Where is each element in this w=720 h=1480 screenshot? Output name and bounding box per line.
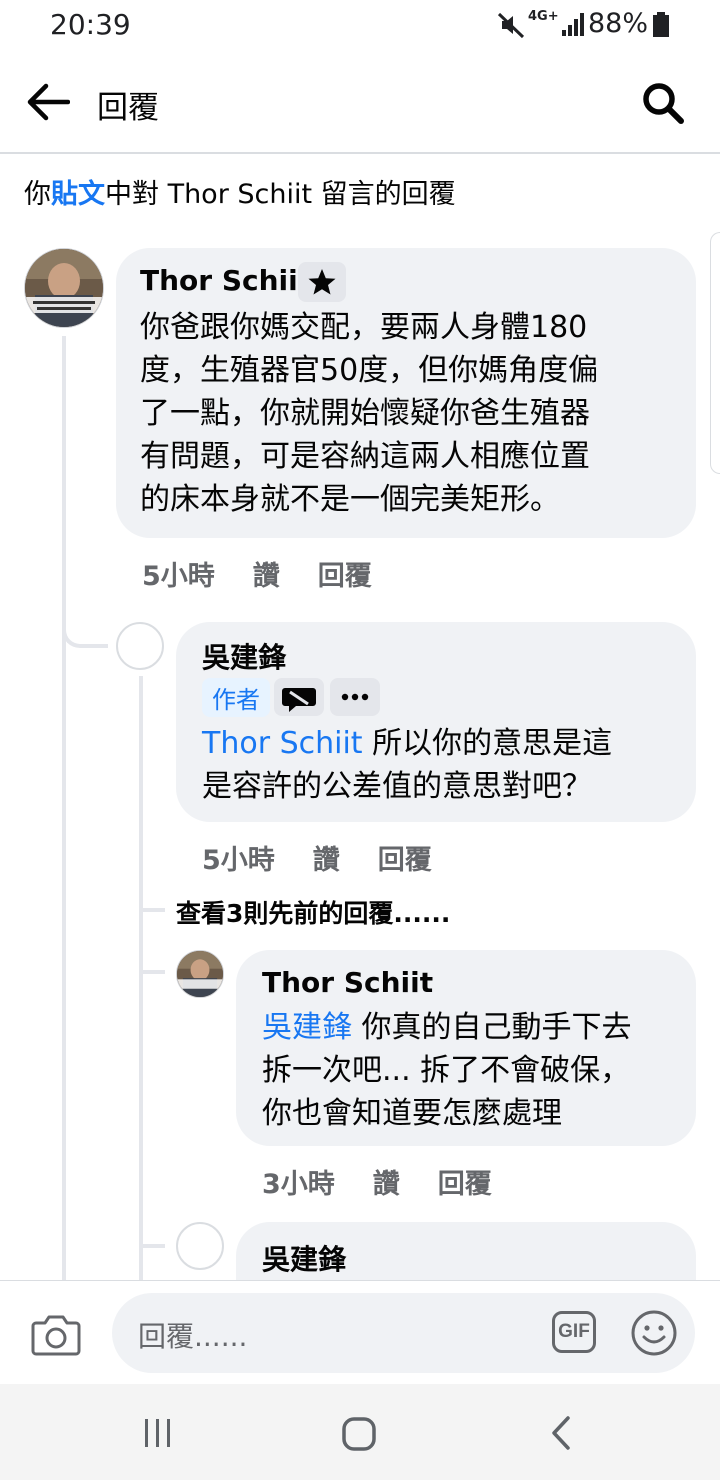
system-nav-bar: [0, 1384, 720, 1480]
battery-icon: [653, 12, 669, 37]
comment-text: Thor Schiit 所以你的意思是這 是容許的公差值的意思對吧？: [202, 722, 612, 808]
battery-percent: 88%: [587, 8, 648, 39]
comment-text: 吳建鋒 你真的自己動手下去 拆一次吧... 拆了不會破保， 你也會知道要怎麼處理: [262, 1006, 632, 1135]
comment-text-line: 了一點，你就開始懷疑你爸生殖器: [140, 396, 590, 431]
comment-bubble: Thor Schiit 你爸跟你媽交配，要兩人身體180 度，生殖器官50度，但…: [116, 248, 696, 538]
avatar[interactable]: [24, 248, 104, 328]
comment-time: 5小時: [202, 845, 275, 876]
gif-button[interactable]: GIF: [552, 1311, 596, 1353]
author-badge: 作者: [202, 678, 270, 717]
post-link[interactable]: 貼文: [51, 179, 105, 210]
avatar-photo-icon: [25, 249, 103, 327]
mention-link[interactable]: Thor Schiit: [202, 726, 363, 761]
comment-time: 5小時: [142, 561, 215, 592]
thread-line: [139, 676, 143, 1280]
comment-text-line: 拆一次吧... 拆了不會破保，: [262, 1053, 631, 1088]
comment-text-line: 有問題，可是容納這兩人相應位置: [140, 439, 590, 474]
comment-author[interactable]: 吳建鋒: [262, 1238, 346, 1278]
status-bar: 20:39 4G+ 88%: [0, 0, 720, 54]
comment-text-line: 度，生殖器官50度，但你媽角度偏: [140, 353, 599, 388]
back-nav-icon[interactable]: [548, 1414, 574, 1452]
comment-text-line: Thor Schiit 所以你的意思是這: [202, 722, 612, 765]
context-suffix: 中對 Thor Schiit 留言的回覆: [105, 179, 456, 210]
thread-connector: [143, 970, 165, 974]
avatar[interactable]: [176, 950, 224, 998]
mention-link[interactable]: 吳建鋒: [262, 1010, 352, 1045]
comment-actions: 5小時 讚 回覆: [202, 838, 470, 877]
mute-icon: [497, 12, 525, 39]
thread-connector: [62, 600, 108, 648]
comment-off-icon: [282, 688, 316, 712]
comment-bubble: 吳建鋒: [236, 1222, 696, 1280]
thread-connector: [143, 908, 165, 912]
comment-author[interactable]: Thor Schiit: [140, 264, 311, 297]
comment-text-line: 吳建鋒 你真的自己動手下去: [262, 1006, 632, 1049]
comment-text-rest: 所以你的意思是這: [362, 726, 613, 761]
recent-apps-icon[interactable]: [140, 1416, 176, 1450]
like-button[interactable]: 讚: [373, 1169, 400, 1200]
comment-author[interactable]: 吳建鋒: [202, 636, 286, 676]
avatar[interactable]: [176, 1222, 224, 1270]
comment-actions: 5小時 讚 回覆: [142, 554, 410, 593]
signal-icon: [562, 13, 584, 36]
avatar-photo-icon: [177, 951, 223, 997]
moderation-chip[interactable]: [274, 678, 324, 716]
search-icon[interactable]: [640, 80, 686, 126]
reply-context: 你貼文中對 Thor Schiit 留言的回覆: [24, 172, 456, 211]
comment-text-rest: 你真的自己動手下去: [352, 1010, 632, 1045]
comment-text: 你爸跟你媽交配，要兩人身體180 度，生殖器官50度，但你媽角度偏 了一點，你就…: [140, 306, 598, 521]
app-header: 回覆: [0, 54, 720, 154]
thread-line: [62, 336, 66, 1280]
reply-button[interactable]: 回覆: [318, 561, 372, 592]
page-title: 回覆: [97, 90, 159, 126]
reply-button[interactable]: 回覆: [438, 1169, 492, 1200]
like-button[interactable]: 讚: [253, 561, 280, 592]
scroll-indicator: [710, 232, 720, 474]
reply-placeholder: 回覆......: [138, 1320, 248, 1353]
emoji-icon[interactable]: [630, 1309, 678, 1357]
comment-actions: 3小時 讚 回覆: [262, 1162, 530, 1201]
top-fan-badge[interactable]: [298, 262, 346, 302]
avatar[interactable]: [116, 622, 164, 670]
more-dots-icon: [341, 693, 369, 701]
context-prefix: 你: [24, 179, 51, 210]
back-arrow-icon[interactable]: [24, 82, 70, 122]
home-icon[interactable]: [340, 1415, 378, 1453]
network-type-icon: 4G+: [528, 9, 559, 24]
camera-icon[interactable]: [30, 1311, 82, 1357]
status-time: 20:39: [50, 8, 131, 41]
view-previous-replies[interactable]: 查看3則先前的回覆......: [176, 894, 450, 930]
comment-bubble: Thor Schiit 吳建鋒 你真的自己動手下去 拆一次吧... 拆了不會破保…: [236, 950, 696, 1146]
reply-composer: 回覆...... GIF: [0, 1280, 720, 1385]
comment-text-line: 是容許的公差值的意思對吧？: [202, 769, 592, 804]
thread-connector: [143, 1244, 165, 1248]
comment-text-line: 你也會知道要怎麼處理: [262, 1096, 562, 1131]
comment-bubble: 吳建鋒 作者 Thor Schiit 所以你的意思是這 是容許的公差值的意思對吧…: [176, 622, 696, 822]
comment-author[interactable]: Thor Schiit: [262, 966, 433, 999]
comment-text-line: 的床本身就不是一個完美矩形。: [140, 482, 560, 517]
star-icon: [308, 269, 336, 295]
comment-time: 3小時: [262, 1169, 335, 1200]
reply-button[interactable]: 回覆: [378, 845, 432, 876]
more-options-button[interactable]: [330, 678, 380, 716]
like-button[interactable]: 讚: [313, 845, 340, 876]
comment-text-line: 你爸跟你媽交配，要兩人身體180: [140, 310, 588, 345]
reply-input[interactable]: 回覆...... GIF: [112, 1293, 695, 1373]
